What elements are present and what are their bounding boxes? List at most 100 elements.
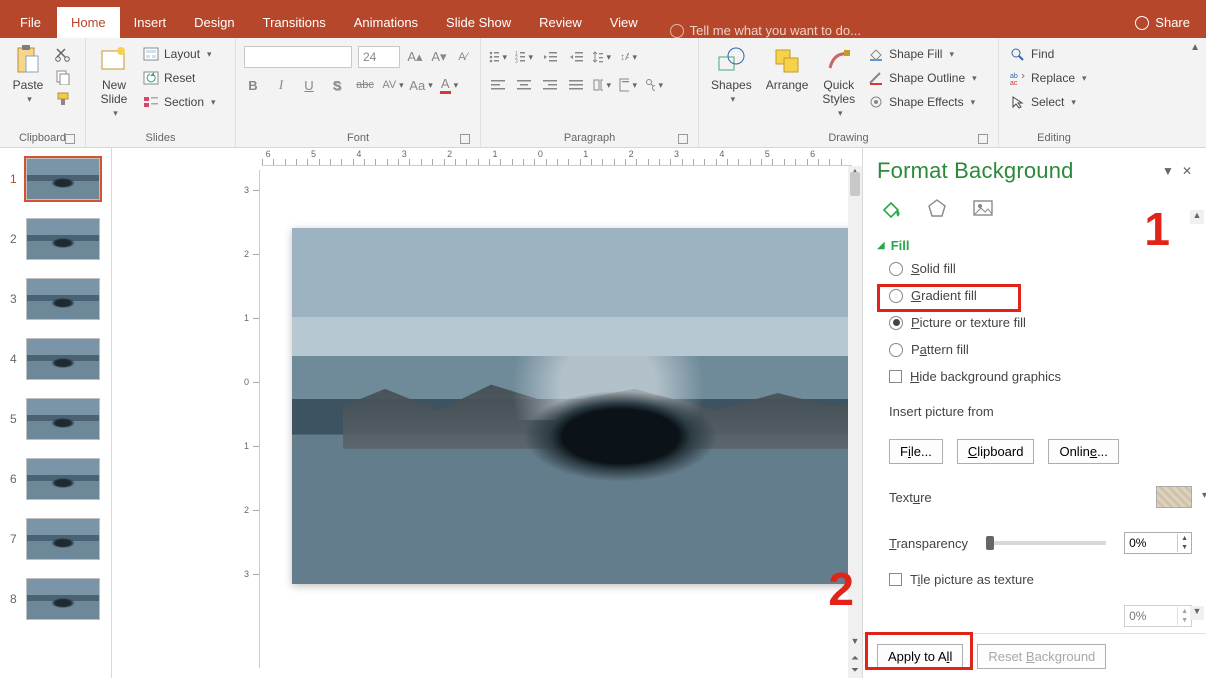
- format-painter-button[interactable]: [54, 90, 72, 108]
- slider-handle[interactable]: [986, 536, 994, 550]
- arrange-button[interactable]: Arrange: [762, 42, 813, 94]
- bold-button[interactable]: B: [244, 76, 262, 94]
- align-left-button[interactable]: [489, 76, 507, 94]
- apply-to-all-button[interactable]: Apply to All: [877, 644, 963, 669]
- layout-button[interactable]: Layout: [140, 44, 218, 64]
- collapse-ribbon-button[interactable]: ▲: [1190, 42, 1200, 53]
- strikethrough-button[interactable]: abc: [356, 76, 374, 94]
- tab-design[interactable]: Design: [180, 7, 248, 38]
- picture-tab-icon[interactable]: [969, 194, 997, 222]
- reset-button[interactable]: Reset: [140, 68, 218, 88]
- shape-effects-button[interactable]: Shape Effects: [865, 92, 979, 112]
- scroll-up-button[interactable]: ▲: [1190, 210, 1204, 224]
- dialog-launcher-icon[interactable]: [978, 134, 988, 144]
- hide-graphics-checkbox[interactable]: Hide background graphics: [889, 369, 1192, 384]
- cut-button[interactable]: [54, 46, 72, 64]
- numbering-button[interactable]: 123: [515, 48, 533, 66]
- italic-button[interactable]: I: [272, 76, 290, 94]
- shape-fill-button[interactable]: Shape Fill: [865, 44, 979, 64]
- tab-review[interactable]: Review: [525, 7, 596, 38]
- font-color-button[interactable]: A: [440, 76, 458, 94]
- panel-options-button[interactable]: ▼: [1162, 164, 1174, 178]
- transparency-slider[interactable]: [986, 541, 1106, 545]
- select-button[interactable]: Select: [1007, 92, 1089, 112]
- scroll-down-button[interactable]: ▼: [848, 636, 862, 650]
- thumbnail-slide-3[interactable]: 3: [10, 278, 107, 320]
- new-slide-button[interactable]: New Slide: [94, 42, 134, 121]
- text-shadow-button[interactable]: S: [328, 76, 346, 94]
- offset-spinner[interactable]: ▲▼: [1124, 605, 1192, 627]
- align-center-button[interactable]: [515, 76, 533, 94]
- panel-scrollbar[interactable]: ▲ ▼: [1190, 210, 1204, 620]
- insert-file-button[interactable]: File...: [889, 439, 943, 464]
- tab-transitions[interactable]: Transitions: [249, 7, 340, 38]
- transparency-spinner[interactable]: ▲▼: [1124, 532, 1192, 554]
- grow-font-button[interactable]: A▴: [406, 48, 424, 66]
- clear-formatting-button[interactable]: A⁄: [454, 48, 472, 66]
- transparency-input[interactable]: [1125, 536, 1177, 550]
- decrease-indent-button[interactable]: [541, 48, 559, 66]
- underline-button[interactable]: U: [300, 76, 318, 94]
- tab-slideshow[interactable]: Slide Show: [432, 7, 525, 38]
- tile-checkbox[interactable]: Tile picture as texture: [889, 572, 1192, 587]
- texture-picker[interactable]: [1156, 486, 1192, 508]
- shapes-button[interactable]: Shapes: [707, 42, 756, 107]
- shrink-font-button[interactable]: A▾: [430, 48, 448, 66]
- align-text-button[interactable]: [619, 76, 637, 94]
- reset-background-button[interactable]: Reset Background: [977, 644, 1106, 669]
- gradient-fill-option[interactable]: Gradient fill: [889, 288, 1192, 303]
- thumbnail-slide-8[interactable]: 8: [10, 578, 107, 620]
- share-button[interactable]: Share: [1135, 15, 1206, 38]
- columns-button[interactable]: [593, 76, 611, 94]
- tab-home[interactable]: Home: [57, 7, 120, 38]
- smartart-button[interactable]: [645, 76, 663, 94]
- change-case-button[interactable]: Aa: [412, 76, 430, 94]
- tab-insert[interactable]: Insert: [120, 7, 181, 38]
- thumbnail-slide-5[interactable]: 5: [10, 398, 107, 440]
- offset-input[interactable]: [1125, 609, 1177, 623]
- quick-styles-button[interactable]: Quick Styles: [818, 42, 859, 121]
- text-direction-button[interactable]: ↕A: [619, 48, 637, 66]
- shape-outline-button[interactable]: Shape Outline: [865, 68, 979, 88]
- dialog-launcher-icon[interactable]: [460, 134, 470, 144]
- insert-online-button[interactable]: Online...: [1048, 439, 1118, 464]
- char-spacing-button[interactable]: AV: [384, 76, 402, 94]
- tab-view[interactable]: View: [596, 7, 652, 38]
- align-right-button[interactable]: [541, 76, 559, 94]
- tab-file[interactable]: File: [4, 7, 57, 38]
- tell-me[interactable]: Tell me what you want to do...: [652, 23, 1136, 38]
- tab-animations[interactable]: Animations: [340, 7, 432, 38]
- find-button[interactable]: Find: [1007, 44, 1089, 64]
- thumbnail-slide-1[interactable]: 1: [10, 158, 107, 200]
- prev-slide-button[interactable]: ⏶: [851, 654, 859, 664]
- insert-clipboard-button[interactable]: Clipboard: [957, 439, 1035, 464]
- line-spacing-button[interactable]: [593, 48, 611, 66]
- picture-fill-option[interactable]: Picture or texture fill: [889, 315, 1192, 330]
- scroll-thumb[interactable]: [850, 172, 860, 196]
- editor-scrollbar[interactable]: ▲ ▼ ⏶⏷: [848, 166, 862, 678]
- justify-button[interactable]: [567, 76, 585, 94]
- fill-tab-icon[interactable]: [877, 194, 905, 222]
- next-slide-button[interactable]: ⏷: [851, 666, 859, 676]
- increase-indent-button[interactable]: [567, 48, 585, 66]
- thumbnail-slide-6[interactable]: 6: [10, 458, 107, 500]
- font-name-combo[interactable]: [244, 46, 352, 68]
- slide-canvas[interactable]: [292, 228, 924, 584]
- thumbnail-slide-7[interactable]: 7: [10, 518, 107, 560]
- scroll-down-button[interactable]: ▼: [1190, 606, 1204, 620]
- replace-button[interactable]: abacReplace: [1007, 68, 1089, 88]
- font-name-input[interactable]: [249, 50, 347, 64]
- fill-section-toggle[interactable]: ◢ Fill: [863, 236, 1206, 255]
- section-button[interactable]: Section: [140, 92, 218, 112]
- thumbnail-slide-4[interactable]: 4: [10, 338, 107, 380]
- solid-fill-option[interactable]: Solid fill: [889, 261, 1192, 276]
- bullets-button[interactable]: [489, 48, 507, 66]
- paste-button[interactable]: Paste: [8, 42, 48, 107]
- font-size-combo[interactable]: 24: [358, 46, 400, 68]
- thumbnail-slide-2[interactable]: 2: [10, 218, 107, 260]
- effects-tab-icon[interactable]: [923, 194, 951, 222]
- copy-button[interactable]: [54, 68, 72, 86]
- dialog-launcher-icon[interactable]: [678, 134, 688, 144]
- dialog-launcher-icon[interactable]: [65, 134, 75, 144]
- pattern-fill-option[interactable]: Pattern fill: [889, 342, 1192, 357]
